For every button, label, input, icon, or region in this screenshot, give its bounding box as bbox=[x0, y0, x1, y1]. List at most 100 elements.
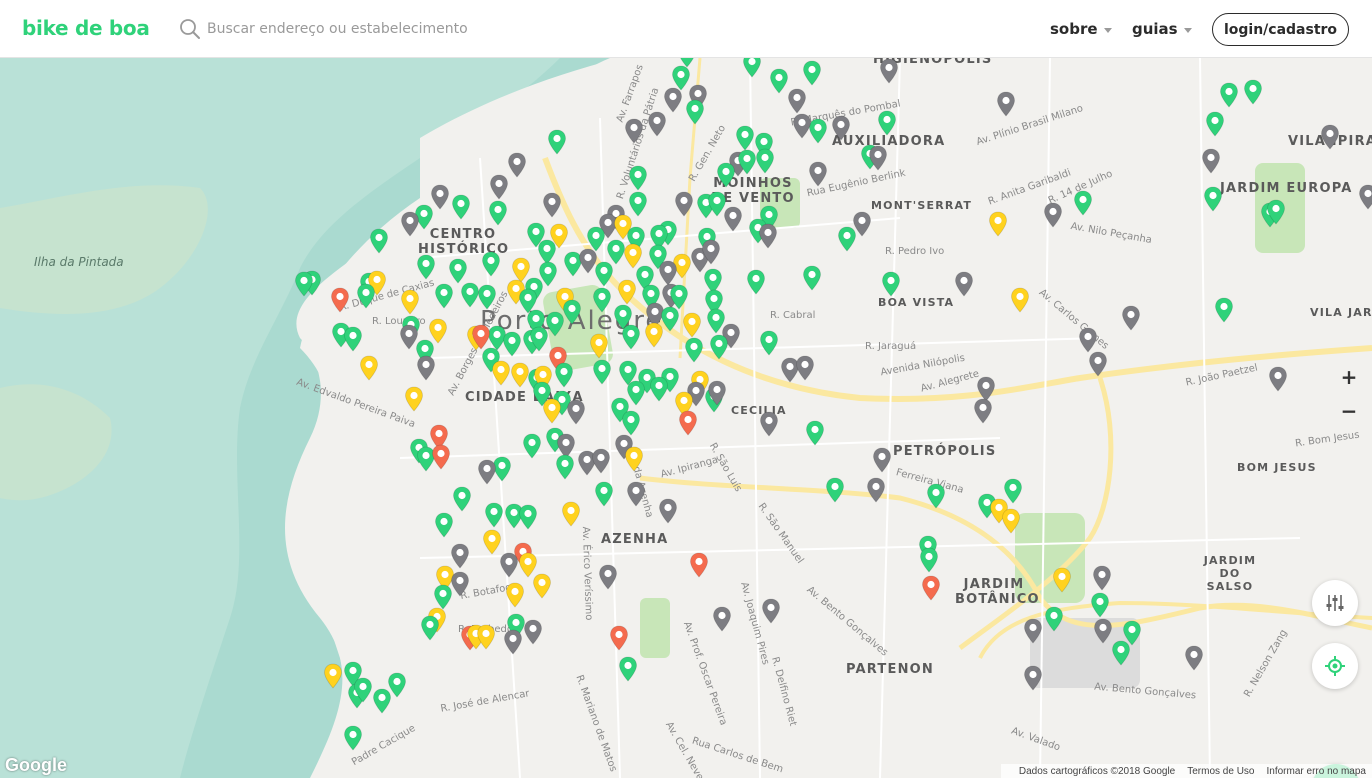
green-bike-rack-pin[interactable] bbox=[369, 228, 389, 254]
gray-bike-rack-pin[interactable] bbox=[723, 206, 743, 232]
gray-bike-rack-pin[interactable] bbox=[624, 118, 644, 144]
green-bike-rack-pin[interactable] bbox=[737, 149, 757, 175]
green-bike-rack-pin[interactable] bbox=[716, 162, 736, 188]
gray-bike-rack-pin[interactable] bbox=[400, 211, 420, 237]
green-bike-rack-pin[interactable] bbox=[420, 615, 440, 641]
green-bike-rack-pin[interactable] bbox=[628, 165, 648, 191]
gray-bike-rack-pin[interactable] bbox=[507, 152, 527, 178]
green-bike-rack-pin[interactable] bbox=[1205, 111, 1225, 137]
terms-link[interactable]: Termos de Uso bbox=[1187, 766, 1254, 777]
app-logo[interactable]: bike de boa bbox=[22, 16, 150, 40]
gray-bike-rack-pin[interactable] bbox=[1092, 565, 1112, 591]
map-canvas[interactable]: HIGIENÓPOLIS AUXILIADORA MOINHOS DE VENT… bbox=[0, 58, 1372, 778]
yellow-bike-rack-pin[interactable] bbox=[1010, 287, 1030, 313]
green-bike-rack-pin[interactable] bbox=[825, 477, 845, 503]
yellow-bike-rack-pin[interactable] bbox=[491, 360, 511, 386]
gray-bike-rack-pin[interactable] bbox=[712, 606, 732, 632]
gray-bike-rack-pin[interactable] bbox=[1023, 665, 1043, 691]
red-bike-rack-pin[interactable] bbox=[330, 287, 350, 313]
green-bike-rack-pin[interactable] bbox=[877, 110, 897, 136]
gray-bike-rack-pin[interactable] bbox=[787, 88, 807, 114]
yellow-bike-rack-pin[interactable] bbox=[404, 386, 424, 412]
green-bike-rack-pin[interactable] bbox=[592, 287, 612, 313]
red-bike-rack-pin[interactable] bbox=[431, 444, 451, 470]
gray-bike-rack-pin[interactable] bbox=[1043, 202, 1063, 228]
yellow-bike-rack-pin[interactable] bbox=[476, 624, 496, 650]
gray-bike-rack-pin[interactable] bbox=[761, 598, 781, 624]
yellow-bike-rack-pin[interactable] bbox=[988, 211, 1008, 237]
gray-bike-rack-pin[interactable] bbox=[996, 91, 1016, 117]
red-bike-rack-pin[interactable] bbox=[609, 625, 629, 651]
green-bike-rack-pin[interactable] bbox=[802, 265, 822, 291]
green-bike-rack-pin[interactable] bbox=[594, 261, 614, 287]
gray-bike-rack-pin[interactable] bbox=[1121, 305, 1141, 331]
green-bike-rack-pin[interactable] bbox=[805, 420, 825, 446]
report-error-link[interactable]: Informar erro no mapa bbox=[1267, 766, 1367, 777]
green-bike-rack-pin[interactable] bbox=[547, 129, 567, 155]
gray-bike-rack-pin[interactable] bbox=[1093, 618, 1113, 644]
green-bike-rack-pin[interactable] bbox=[343, 326, 363, 352]
green-bike-rack-pin[interactable] bbox=[477, 284, 497, 310]
gray-bike-rack-pin[interactable] bbox=[658, 498, 678, 524]
zoom-out-button[interactable]: − bbox=[1332, 394, 1366, 428]
green-bike-rack-pin[interactable] bbox=[481, 251, 501, 277]
zoom-in-button[interactable]: + bbox=[1332, 360, 1366, 394]
green-bike-rack-pin[interactable] bbox=[1214, 297, 1234, 323]
gray-bike-rack-pin[interactable] bbox=[503, 629, 523, 655]
gray-bike-rack-pin[interactable] bbox=[1078, 327, 1098, 353]
gray-bike-rack-pin[interactable] bbox=[499, 552, 519, 578]
yellow-bike-rack-pin[interactable] bbox=[532, 573, 552, 599]
gray-bike-rack-pin[interactable] bbox=[792, 113, 812, 139]
yellow-bike-rack-pin[interactable] bbox=[682, 312, 702, 338]
red-bike-rack-pin[interactable] bbox=[921, 575, 941, 601]
green-bike-rack-pin[interactable] bbox=[555, 454, 575, 480]
green-bike-rack-pin[interactable] bbox=[522, 433, 542, 459]
green-bike-rack-pin[interactable] bbox=[387, 672, 407, 698]
green-bike-rack-pin[interactable] bbox=[684, 337, 704, 363]
yellow-bike-rack-pin[interactable] bbox=[542, 398, 562, 424]
green-bike-rack-pin[interactable] bbox=[448, 258, 468, 284]
gray-bike-rack-pin[interactable] bbox=[598, 564, 618, 590]
gray-bike-rack-pin[interactable] bbox=[973, 398, 993, 424]
green-bike-rack-pin[interactable] bbox=[837, 226, 857, 252]
gray-bike-rack-pin[interactable] bbox=[701, 239, 721, 265]
gray-bike-rack-pin[interactable] bbox=[523, 619, 543, 645]
green-bike-rack-pin[interactable] bbox=[1243, 79, 1263, 105]
search-input[interactable] bbox=[207, 18, 527, 40]
green-bike-rack-pin[interactable] bbox=[488, 200, 508, 226]
gray-bike-rack-pin[interactable] bbox=[1088, 351, 1108, 377]
green-bike-rack-pin[interactable] bbox=[1044, 606, 1064, 632]
green-bike-rack-pin[interactable] bbox=[452, 486, 472, 512]
gray-bike-rack-pin[interactable] bbox=[489, 174, 509, 200]
green-bike-rack-pin[interactable] bbox=[926, 483, 946, 509]
yellow-bike-rack-pin[interactable] bbox=[1052, 567, 1072, 593]
gray-bike-rack-pin[interactable] bbox=[626, 481, 646, 507]
green-bike-rack-pin[interactable] bbox=[709, 334, 729, 360]
yellow-bike-rack-pin[interactable] bbox=[1001, 508, 1021, 534]
nav-guias[interactable]: guias bbox=[1132, 20, 1192, 38]
green-bike-rack-pin[interactable] bbox=[434, 512, 454, 538]
green-bike-rack-pin[interactable] bbox=[746, 269, 766, 295]
yellow-bike-rack-pin[interactable] bbox=[589, 333, 609, 359]
gray-bike-rack-pin[interactable] bbox=[1320, 124, 1340, 150]
yellow-bike-rack-pin[interactable] bbox=[359, 355, 379, 381]
green-bike-rack-pin[interactable] bbox=[755, 148, 775, 174]
green-bike-rack-pin[interactable] bbox=[594, 481, 614, 507]
yellow-bike-rack-pin[interactable] bbox=[505, 582, 525, 608]
gray-bike-rack-pin[interactable] bbox=[808, 161, 828, 187]
gray-bike-rack-pin[interactable] bbox=[872, 447, 892, 473]
gray-bike-rack-pin[interactable] bbox=[795, 355, 815, 381]
green-bike-rack-pin[interactable] bbox=[343, 725, 363, 751]
gray-bike-rack-pin[interactable] bbox=[450, 571, 470, 597]
gray-bike-rack-pin[interactable] bbox=[663, 87, 683, 113]
green-bike-rack-pin[interactable] bbox=[434, 283, 454, 309]
green-bike-rack-pin[interactable] bbox=[769, 68, 789, 94]
gray-bike-rack-pin[interactable] bbox=[416, 355, 436, 381]
gray-bike-rack-pin[interactable] bbox=[707, 380, 727, 406]
gray-bike-rack-pin[interactable] bbox=[1023, 618, 1043, 644]
gray-bike-rack-pin[interactable] bbox=[1358, 184, 1372, 210]
green-bike-rack-pin[interactable] bbox=[562, 299, 582, 325]
green-bike-rack-pin[interactable] bbox=[919, 547, 939, 573]
green-bike-rack-pin[interactable] bbox=[416, 254, 436, 280]
green-bike-rack-pin[interactable] bbox=[1073, 190, 1093, 216]
